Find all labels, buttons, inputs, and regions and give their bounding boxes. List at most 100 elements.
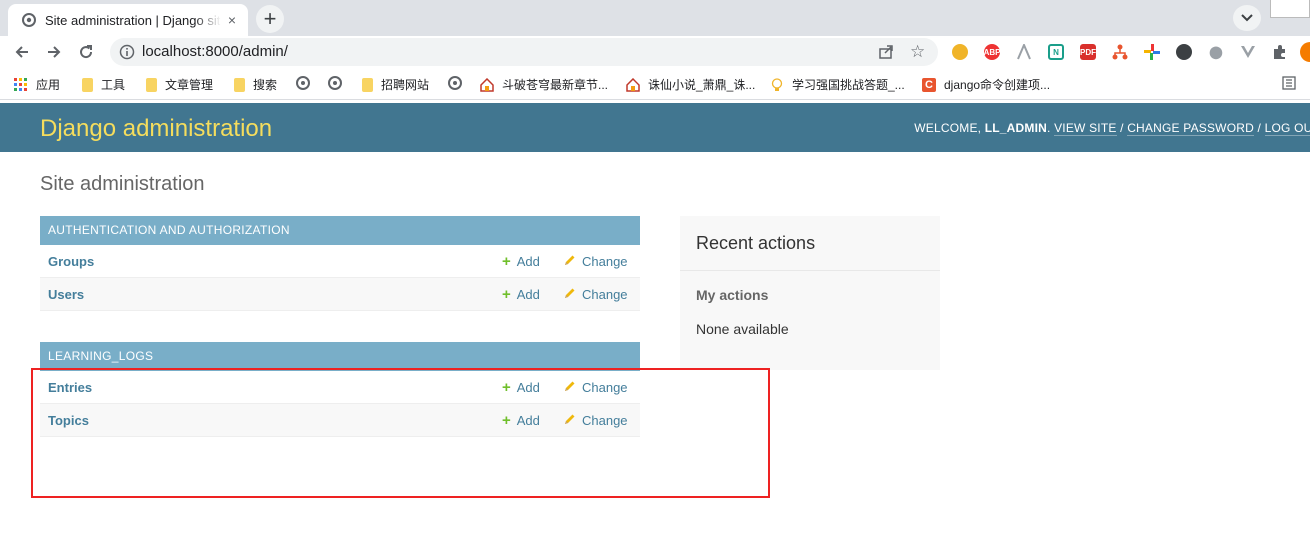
pdf-extension-icon[interactable]: PDF bbox=[1080, 44, 1096, 60]
extension-bowl-icon[interactable] bbox=[952, 44, 968, 60]
separator: / bbox=[1116, 121, 1128, 135]
add-link[interactable]: + Add bbox=[502, 254, 540, 269]
tab-title: Site administration | Django site admin bbox=[45, 12, 221, 28]
change-link[interactable]: Change bbox=[564, 254, 628, 269]
arrow-left-icon bbox=[15, 46, 28, 58]
recent-actions-title: Recent actions bbox=[696, 233, 816, 253]
model-row-groups: Groups + Add Change bbox=[40, 245, 640, 278]
adblock-plus-icon[interactable]: ABP bbox=[984, 44, 1000, 60]
bookmark-globe-3[interactable] bbox=[448, 76, 470, 90]
chevron-down-icon bbox=[1241, 14, 1253, 22]
pinwheel-extension-icon[interactable] bbox=[1144, 44, 1160, 60]
globe-icon bbox=[328, 76, 342, 90]
extension-circle-icon[interactable] bbox=[1176, 44, 1192, 60]
bookmark-label: 工具 bbox=[101, 78, 126, 92]
tab-strip: Site administration | Django site admin … bbox=[0, 0, 1310, 36]
pencil-icon bbox=[564, 287, 576, 302]
site-info-icon[interactable] bbox=[119, 44, 135, 60]
change-label: Change bbox=[582, 287, 628, 302]
recent-actions-panel: Recent actions My actions None available bbox=[680, 216, 940, 370]
bookmark-globe-1[interactable] bbox=[296, 76, 318, 90]
back-button[interactable] bbox=[10, 40, 34, 64]
globe-icon bbox=[296, 76, 310, 90]
house-icon bbox=[626, 77, 640, 92]
add-link[interactable]: + Add bbox=[502, 287, 540, 302]
change-link[interactable]: Change bbox=[564, 287, 628, 302]
model-link[interactable]: Groups bbox=[48, 254, 94, 269]
divider bbox=[680, 270, 940, 271]
extension-a-icon[interactable] bbox=[1016, 44, 1032, 60]
add-label: Add bbox=[516, 254, 540, 269]
bookmark-folder-jobs[interactable]: 招聘网站 bbox=[362, 76, 429, 93]
bookmark-label: 学习强国挑战答题_... bbox=[792, 78, 905, 92]
folder-icon bbox=[234, 77, 245, 92]
globe-icon bbox=[22, 13, 36, 27]
change-label: Change bbox=[582, 254, 628, 269]
page-title: Site administration bbox=[40, 173, 205, 195]
no-actions-text: None available bbox=[696, 321, 789, 337]
vue-devtools-icon[interactable] bbox=[1240, 44, 1256, 60]
bookmark-label: 诛仙小说_萧鼎_诛... bbox=[648, 78, 756, 92]
c-logo-icon: C bbox=[922, 77, 936, 92]
admin-header: Django administration WELCOME, LL_ADMIN.… bbox=[0, 103, 1310, 152]
tab-close-icon[interactable]: × bbox=[224, 12, 240, 28]
log-out-link[interactable]: LOG OUT bbox=[1264, 121, 1310, 136]
pencil-icon bbox=[564, 254, 576, 269]
bookmark-star-icon[interactable]: ☆ bbox=[910, 42, 925, 62]
folder-icon bbox=[82, 77, 93, 92]
reading-list-icon bbox=[1282, 76, 1296, 90]
bookmark-folder-search[interactable]: 搜索 bbox=[234, 76, 277, 93]
apps-grid-icon bbox=[14, 77, 28, 92]
extension-n-icon[interactable]: N bbox=[1048, 44, 1064, 60]
sitemap-extension-icon[interactable] bbox=[1112, 44, 1128, 60]
welcome-text: WELCOME, bbox=[914, 121, 985, 135]
forward-button[interactable] bbox=[42, 40, 66, 64]
reload-icon bbox=[80, 45, 93, 59]
lightbulb-icon bbox=[770, 77, 784, 92]
window-minimize-button[interactable] bbox=[1270, 0, 1310, 18]
view-site-link[interactable]: VIEW SITE bbox=[1054, 121, 1117, 136]
bookmark-xuexi[interactable]: 学习强国挑战答题_... bbox=[770, 76, 905, 93]
extension-puzzle-small-icon[interactable]: ⬤ bbox=[1208, 44, 1224, 60]
bookmarks-bar: 应用 工具 文章管理 搜索 招聘网站 斗破苍穹最新章节... 诛仙小说_萧鼎_诛… bbox=[0, 68, 1310, 100]
folder-icon bbox=[362, 77, 373, 92]
change-password-link[interactable]: CHANGE PASSWORD bbox=[1127, 121, 1254, 136]
bookmark-label: 斗破苍穹最新章节... bbox=[502, 78, 609, 92]
house-icon bbox=[480, 77, 494, 92]
url-text[interactable]: localhost:8000/admin/ bbox=[142, 43, 288, 60]
bookmark-label: 文章管理 bbox=[165, 78, 214, 92]
extensions-puzzle-icon[interactable] bbox=[1272, 44, 1288, 60]
arrow-right-icon bbox=[48, 46, 61, 58]
address-bar[interactable]: localhost:8000/admin/ ☆ bbox=[110, 38, 938, 66]
plus-icon: + bbox=[502, 286, 511, 303]
bookmark-folder-articles[interactable]: 文章管理 bbox=[146, 76, 213, 93]
model-row-users: Users + Add Change bbox=[40, 278, 640, 311]
folder-icon bbox=[146, 77, 157, 92]
module-caption[interactable]: LEARNING_LOGS bbox=[40, 342, 640, 371]
reload-button[interactable] bbox=[74, 40, 98, 64]
reading-list-button[interactable] bbox=[1282, 76, 1304, 90]
share-icon[interactable] bbox=[878, 44, 894, 60]
separator: / bbox=[1253, 121, 1265, 135]
user-tools: WELCOME, LL_ADMIN. VIEW SITE / CHANGE PA… bbox=[914, 121, 1310, 136]
highlight-annotation-box bbox=[31, 368, 770, 498]
username: LL_ADMIN bbox=[984, 121, 1048, 135]
plus-icon: + bbox=[502, 253, 511, 270]
tab-search-button[interactable] bbox=[1233, 5, 1261, 31]
bookmark-django-csdn[interactable]: C django命令创建项... bbox=[922, 76, 1050, 93]
new-tab-button[interactable]: + bbox=[256, 5, 284, 33]
globe-icon bbox=[448, 76, 462, 90]
browser-toolbar: localhost:8000/admin/ ☆ ABP N PDF ⬤ bbox=[0, 36, 1310, 68]
module-caption[interactable]: AUTHENTICATION AND AUTHORIZATION bbox=[40, 216, 640, 245]
profile-avatar[interactable] bbox=[1300, 42, 1310, 62]
model-link[interactable]: Users bbox=[48, 287, 84, 302]
add-label: Add bbox=[516, 287, 540, 302]
app-module-auth: AUTHENTICATION AND AUTHORIZATION Groups … bbox=[40, 216, 640, 311]
browser-tab[interactable]: Site administration | Django site admin … bbox=[8, 4, 248, 36]
bookmark-novel-1[interactable]: 斗破苍穹最新章节... bbox=[480, 76, 608, 93]
bookmark-novel-2[interactable]: 诛仙小说_萧鼎_诛... bbox=[626, 76, 755, 93]
bookmark-apps[interactable]: 应用 bbox=[14, 76, 60, 93]
bookmark-globe-2[interactable] bbox=[328, 76, 350, 90]
site-branding[interactable]: Django administration bbox=[40, 115, 272, 143]
bookmark-folder-tools[interactable]: 工具 bbox=[82, 76, 125, 93]
